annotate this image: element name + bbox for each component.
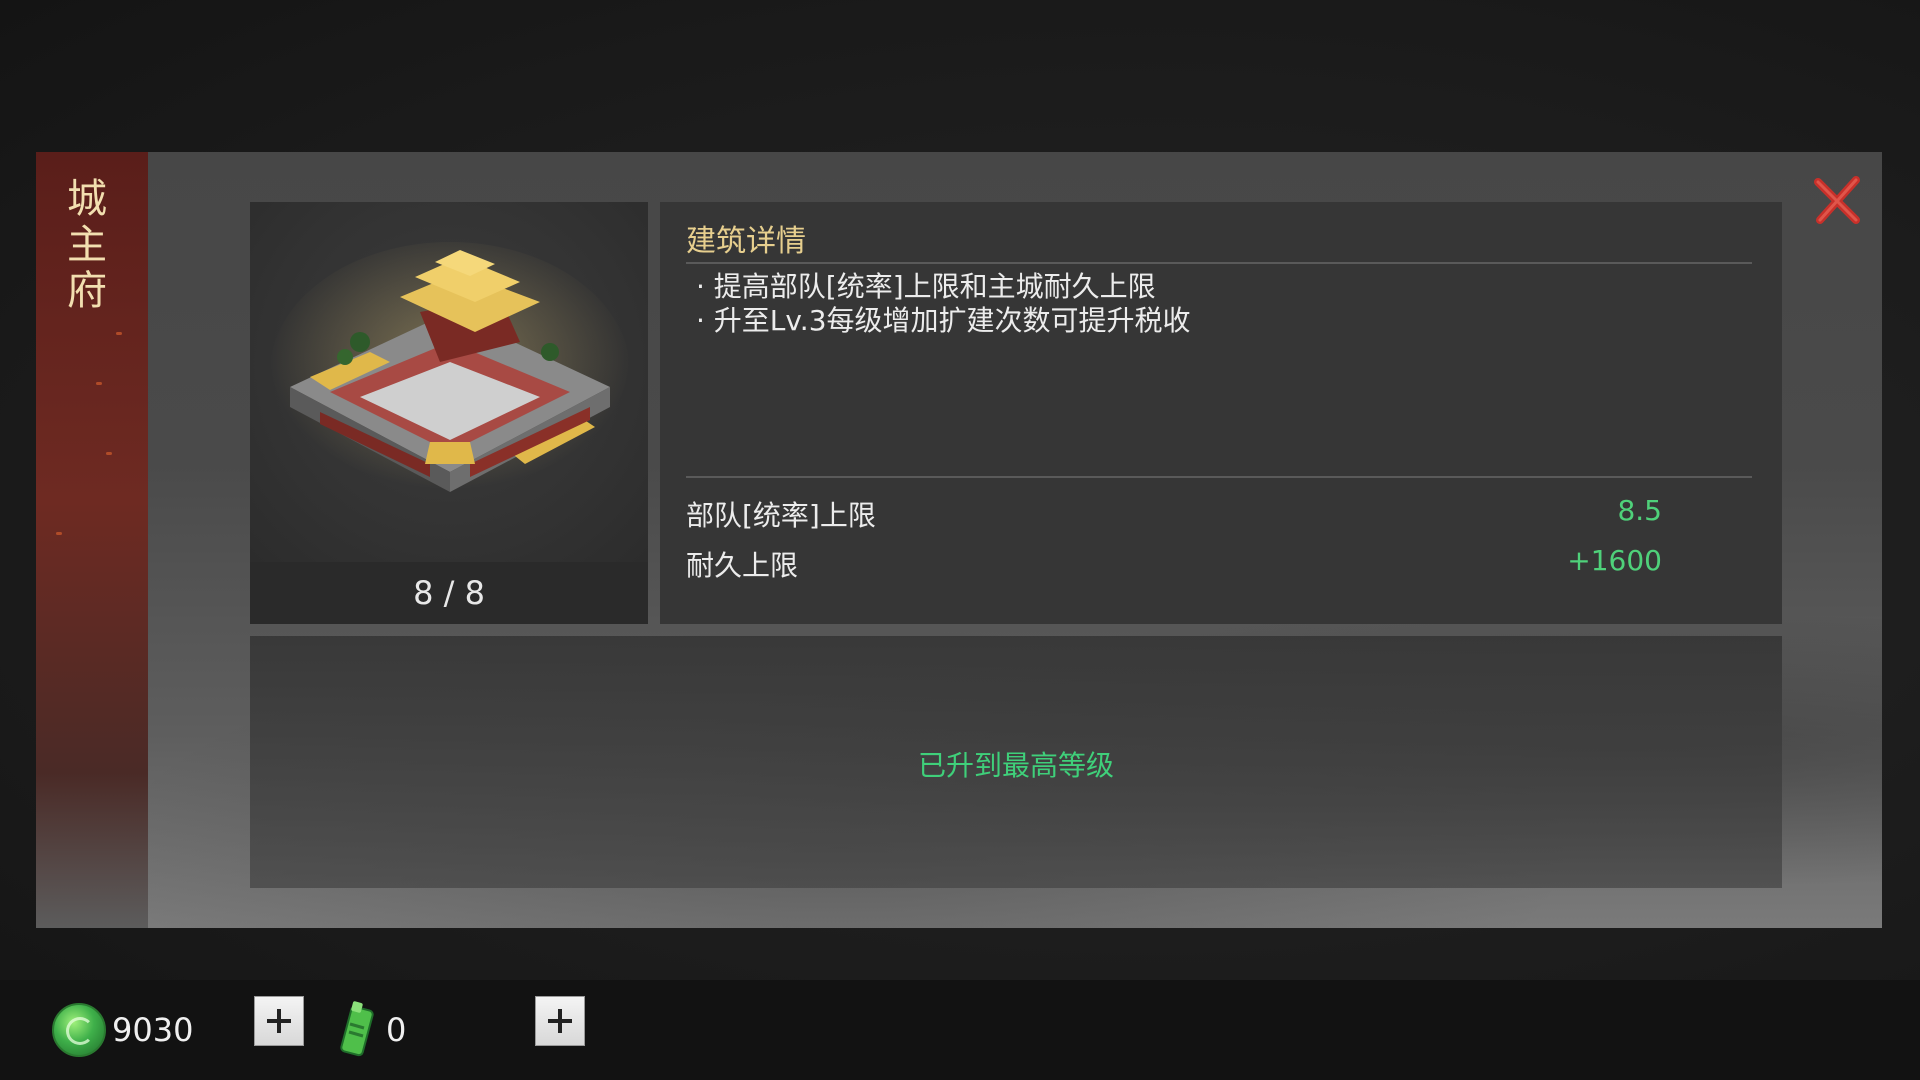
resource-bar: 9030 0 xyxy=(0,980,1920,1080)
resource-token: 0 xyxy=(336,998,406,1062)
stat-label: 部队[统率]上限 xyxy=(686,499,876,532)
building-name-char: 府 xyxy=(67,268,109,314)
description-list: · 提高部队[统率]上限和主城耐久上限 · 升至Lv.3每级增加扩建次数可提升税… xyxy=(696,270,1191,338)
stat-value: 8.5 xyxy=(1617,494,1662,527)
stat-label: 耐久上限 xyxy=(686,549,799,582)
plus-icon xyxy=(267,1009,291,1033)
ember-decoration xyxy=(106,452,112,455)
close-icon xyxy=(1814,176,1860,224)
ember-decoration xyxy=(116,332,122,335)
building-name-vertical: 城 主 府 xyxy=(58,176,118,314)
game-screen: 城 主 府 8 / 8 建筑详情 · 提高部队[统率]上限和主城耐久上限 · 升… xyxy=(0,0,1920,1080)
building-name-char: 城 xyxy=(67,176,109,222)
add-token-button[interactable] xyxy=(535,996,585,1046)
ember-decoration xyxy=(96,382,102,385)
green-token-icon xyxy=(340,1001,374,1057)
stat-row: 耐久上限 +1600 xyxy=(686,544,1662,584)
side-banner: 城 主 府 xyxy=(36,152,148,928)
upgrade-panel: 已升到最高等级 xyxy=(250,636,1782,888)
resource-value: 0 xyxy=(386,1011,407,1049)
building-level-bar: 8 / 8 xyxy=(250,562,648,624)
description-line: · 升至Lv.3每级增加扩建次数可提升税收 xyxy=(696,304,1191,337)
max-level-status: 已升到最高等级 xyxy=(917,749,1114,782)
resource-jade: 9030 xyxy=(52,998,193,1062)
divider xyxy=(686,476,1752,478)
resource-value: 9030 xyxy=(112,1011,194,1049)
building-name-char: 主 xyxy=(67,222,109,268)
details-title: 建筑详情 xyxy=(686,224,806,259)
add-jade-button[interactable] xyxy=(254,996,304,1046)
building-level-text: 8 / 8 xyxy=(413,574,485,612)
jade-coin-icon xyxy=(52,1003,106,1057)
close-button[interactable] xyxy=(1810,172,1866,228)
description-line: · 提高部队[统率]上限和主城耐久上限 xyxy=(696,270,1156,303)
divider xyxy=(686,262,1752,264)
palace-building-icon xyxy=(270,242,630,502)
stat-row: 部队[统率]上限 8.5 xyxy=(686,494,1662,534)
stat-value: +1600 xyxy=(1567,544,1662,577)
ember-decoration xyxy=(56,532,62,535)
building-image-panel xyxy=(250,202,648,562)
building-details-panel: 建筑详情 · 提高部队[统率]上限和主城耐久上限 · 升至Lv.3每级增加扩建次… xyxy=(660,202,1782,624)
plus-icon xyxy=(548,1009,572,1033)
